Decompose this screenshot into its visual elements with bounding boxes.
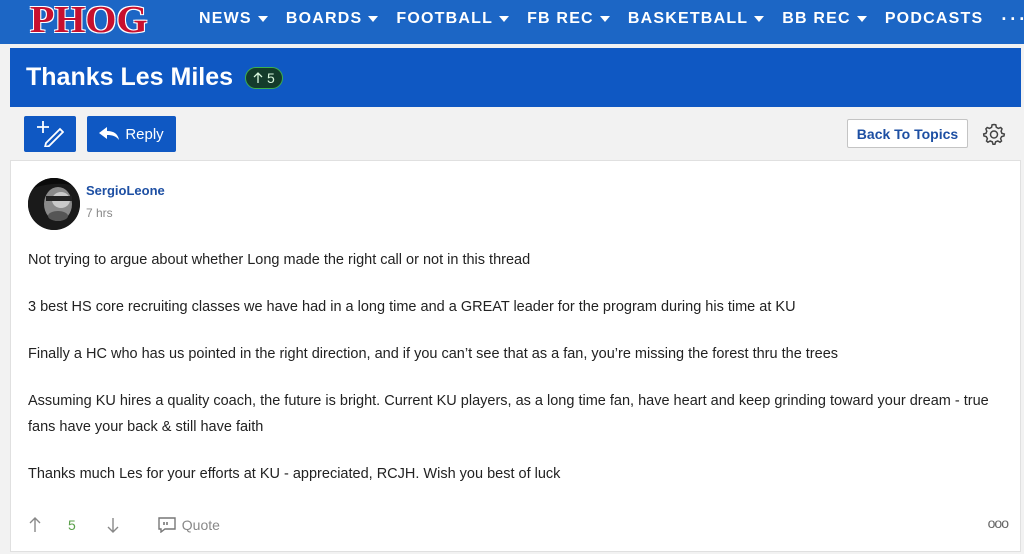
post-paragraph: Assuming KU hires a quality coach, the f… bbox=[28, 393, 989, 435]
post-paragraph: Not trying to argue about whether Long m… bbox=[28, 252, 531, 268]
arrow-up-icon bbox=[253, 71, 263, 83]
post-body: Not trying to argue about whether Long m… bbox=[28, 247, 1008, 508]
chevron-down-icon bbox=[599, 16, 610, 22]
toolbar: Reply Back To Topics bbox=[0, 108, 1024, 160]
more-menu-icon[interactable]: ··· bbox=[1001, 9, 1024, 30]
nav-item-basketball[interactable]: BASKETBALL bbox=[627, 10, 765, 28]
avatar-image bbox=[28, 178, 80, 230]
nav-item-podcasts[interactable]: PODCASTS bbox=[885, 10, 984, 28]
arrow-down-icon bbox=[107, 518, 119, 533]
avatar[interactable] bbox=[28, 178, 80, 230]
reply-button[interactable]: Reply bbox=[87, 116, 176, 152]
nav-item-label: BB REC bbox=[782, 10, 851, 27]
arrow-up-icon bbox=[29, 517, 41, 532]
nav-item-label: PODCASTS bbox=[884, 10, 984, 27]
reply-icon bbox=[99, 127, 120, 140]
vote-badge: 5 bbox=[245, 66, 283, 89]
post-author[interactable]: SergioLeone bbox=[86, 183, 165, 198]
nav-item-label: FB REC bbox=[527, 10, 594, 27]
nav-item-football[interactable]: FOOTBALL bbox=[396, 10, 510, 28]
more-options-icon[interactable]: ooo bbox=[988, 515, 1009, 531]
reply-label: Reply bbox=[125, 125, 164, 143]
nav-item-label: NEWS bbox=[199, 10, 252, 27]
settings-button[interactable] bbox=[982, 122, 1006, 146]
nav-item-bb-rec[interactable]: BB REC bbox=[782, 10, 867, 28]
nav-item-news[interactable]: NEWS bbox=[199, 10, 268, 28]
new-post-button[interactable] bbox=[24, 116, 76, 152]
nav-item-label: FOOTBALL bbox=[396, 10, 494, 27]
page-title: Thanks Les Miles bbox=[26, 63, 234, 91]
thread-title-bar: Thanks Les Miles 5 bbox=[10, 48, 1021, 107]
post-paragraph: 3 best HS core recruiting classes we hav… bbox=[28, 299, 796, 315]
quote-icon bbox=[158, 517, 176, 533]
nav-item-boards[interactable]: BOARDS bbox=[286, 10, 379, 28]
chevron-down-icon bbox=[856, 16, 867, 22]
site-logo[interactable]: PHOG bbox=[30, 0, 147, 42]
post-timestamp[interactable]: 7 hrs bbox=[86, 206, 113, 220]
quote-button[interactable]: Quote bbox=[158, 517, 220, 533]
downvote-button[interactable] bbox=[106, 516, 120, 534]
quote-label: Quote bbox=[181, 517, 220, 533]
post-paragraph: Thanks much Les for your efforts at KU -… bbox=[28, 466, 561, 482]
post-paragraph: Finally a HC who has us pointed in the r… bbox=[28, 346, 839, 362]
pencil-plus-icon bbox=[37, 121, 64, 147]
nav-item-fb-rec[interactable]: FB REC bbox=[527, 10, 610, 28]
top-navigation: PHOG NEWS BOARDS FOOTBALL FB REC BASKETB… bbox=[0, 0, 1024, 44]
chevron-down-icon bbox=[257, 16, 268, 22]
vote-count: 5 bbox=[267, 69, 275, 86]
nav-item-label: BOARDS bbox=[285, 10, 363, 27]
chevron-down-icon bbox=[368, 16, 379, 22]
post-actions: 5 Quote ooo bbox=[28, 513, 1009, 537]
nav-menu: NEWS BOARDS FOOTBALL FB REC BASKETBALL B… bbox=[199, 0, 1024, 38]
chevron-down-icon bbox=[499, 16, 510, 22]
back-to-topics-button[interactable]: Back To Topics bbox=[847, 119, 968, 148]
upvote-button[interactable] bbox=[28, 516, 42, 534]
chevron-down-icon bbox=[754, 16, 765, 22]
post-card: SergioLeone 7 hrs Not trying to argue ab… bbox=[10, 160, 1021, 552]
gear-icon bbox=[982, 123, 1006, 145]
nav-item-label: BASKETBALL bbox=[627, 10, 749, 27]
post-vote-count: 5 bbox=[68, 517, 76, 533]
